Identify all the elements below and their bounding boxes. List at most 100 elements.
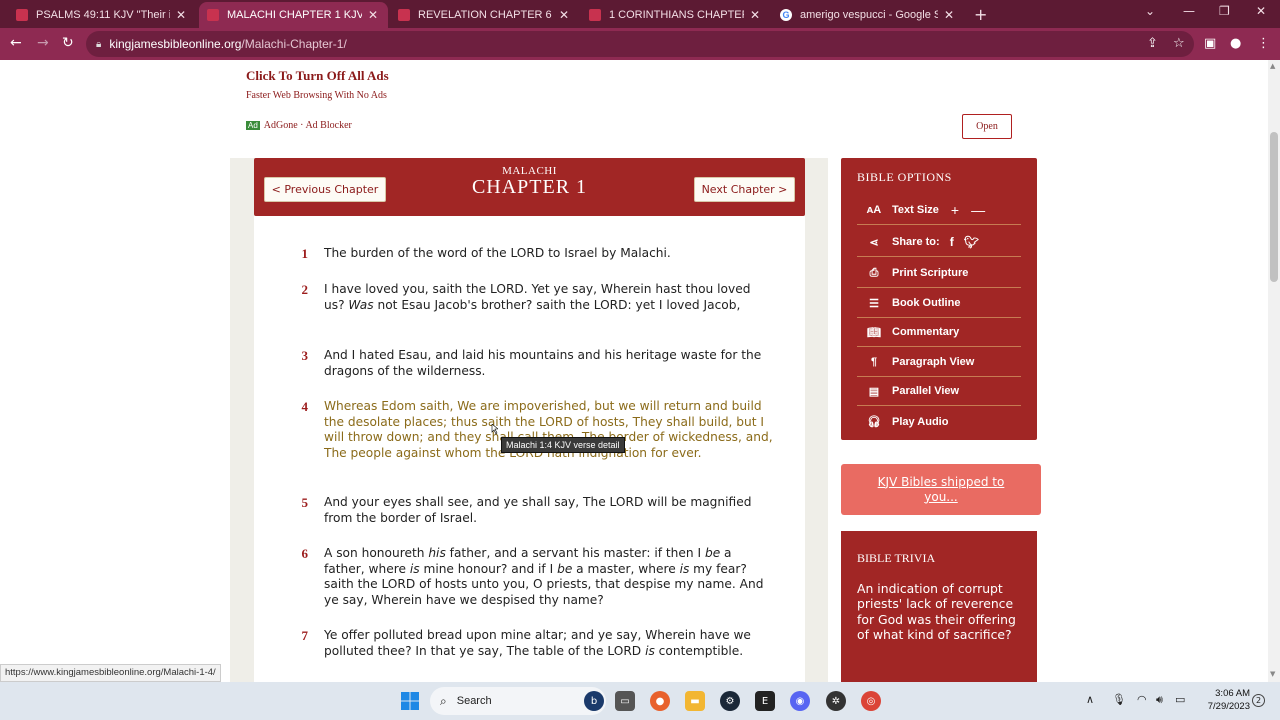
commentary-link[interactable]: 📖︎ Commentary bbox=[857, 318, 1021, 347]
bible-options-panel: BIBLE OPTIONS ᴀA Text Size + — ⋖ Share t… bbox=[841, 158, 1037, 440]
menu-dots-icon[interactable]: ⋮ bbox=[1257, 36, 1270, 51]
bible-favicon-icon bbox=[207, 9, 219, 21]
paragraph-icon: ¶ bbox=[870, 356, 878, 368]
ad-brand[interactable]: Ad AdGone · Ad Blocker bbox=[246, 120, 352, 131]
close-icon[interactable]: ✕ bbox=[557, 8, 571, 22]
address-bar[interactable]: 🔒︎ kingjamesbibleonline.org/Malachi-Chap… bbox=[86, 31, 1194, 57]
steam-icon[interactable]: ⚙︎ bbox=[720, 691, 740, 711]
bing-icon[interactable]: b bbox=[584, 691, 604, 711]
window-close-icon[interactable]: ✕ bbox=[1256, 4, 1266, 18]
lock-icon: 🔒︎ bbox=[96, 38, 102, 50]
share-icon: ⋖ bbox=[869, 236, 879, 249]
side-panel-icon[interactable]: ▣ bbox=[1204, 36, 1216, 51]
epic-games-icon[interactable]: E bbox=[755, 691, 775, 711]
battery-icon[interactable]: ▭ bbox=[1175, 693, 1185, 706]
ad-subtitle: Faster Web Browsing With No Ads bbox=[246, 90, 387, 101]
ad-title[interactable]: Click To Turn Off All Ads bbox=[246, 68, 389, 84]
google-favicon-icon: G bbox=[780, 9, 792, 21]
windows-start-icon[interactable] bbox=[400, 691, 420, 711]
text-size-icon: ᴀA bbox=[866, 204, 882, 216]
microphone-icon[interactable]: 🎙︎ bbox=[1112, 693, 1126, 706]
twitter-icon[interactable]: 🐦︎ bbox=[964, 235, 979, 249]
verse-number[interactable]: 6 bbox=[294, 546, 309, 562]
list-icon: ☰ bbox=[869, 297, 879, 310]
verse-text: A son honoureth his father, and a servan… bbox=[324, 546, 764, 607]
bible-favicon-icon bbox=[398, 9, 410, 21]
ad-badge: Ad bbox=[246, 121, 260, 130]
kjv-bibles-shipped-button[interactable]: KJV Bibles shipped to you... bbox=[841, 464, 1041, 515]
file-explorer-icon[interactable]: ▬ bbox=[685, 691, 705, 711]
new-tab-plus-icon[interactable]: + bbox=[974, 5, 987, 24]
close-icon[interactable]: ✕ bbox=[942, 8, 956, 22]
next-chapter-button[interactable]: Next Chapter > bbox=[694, 177, 795, 202]
bible-trivia-title: BIBLE TRIVIA bbox=[857, 551, 936, 565]
book-outline-link[interactable]: ☰ Book Outline bbox=[857, 289, 1021, 318]
back-arrow-icon[interactable]: ← bbox=[10, 35, 22, 51]
openai-icon[interactable]: ✲ bbox=[826, 691, 846, 711]
wifi-icon[interactable]: ◠ bbox=[1137, 693, 1147, 706]
tab-strip: PSALMS 49:11 KJV "Their inward ✕ MALACHI… bbox=[0, 0, 1280, 28]
reload-icon[interactable]: ↻ bbox=[62, 35, 74, 51]
close-icon[interactable]: ✕ bbox=[174, 8, 188, 22]
paragraph-view-link[interactable]: ¶ Paragraph View bbox=[857, 348, 1021, 377]
file-manager-icon[interactable]: ▭ bbox=[615, 691, 635, 711]
verse-number[interactable]: 3 bbox=[294, 348, 309, 364]
verse-text: And your eyes shall see, and ye shall sa… bbox=[324, 495, 752, 525]
parallel-view-link[interactable]: ▤ Parallel View bbox=[857, 377, 1021, 406]
headphones-icon: 🎧︎ bbox=[867, 416, 881, 428]
close-icon[interactable]: ✕ bbox=[366, 8, 380, 22]
mouse-pointer-icon bbox=[491, 424, 498, 435]
bible-options-title: BIBLE OPTIONS bbox=[857, 170, 952, 184]
web-page: Click To Turn Off All Ads Faster Web Bro… bbox=[0, 60, 1268, 682]
chrome-icon[interactable]: ◎ bbox=[861, 691, 881, 711]
verse-number[interactable]: 5 bbox=[294, 495, 309, 511]
verse-number[interactable]: 4 bbox=[294, 399, 309, 415]
firefox-icon[interactable]: ● bbox=[650, 691, 670, 711]
profile-icon[interactable]: ● bbox=[1230, 36, 1241, 51]
tab-corinthians[interactable]: 1 CORINTHIANS CHAPTER 15 KJV ✕ bbox=[581, 2, 770, 28]
print-scripture-link[interactable]: ⎙ Print Scripture bbox=[857, 259, 1021, 288]
discord-icon[interactable]: ◉ bbox=[790, 691, 810, 711]
verse-text: The burden of the word of the LORD to Is… bbox=[324, 246, 671, 260]
bookmark-star-icon[interactable]: ☆ bbox=[1173, 36, 1185, 51]
scroll-down-icon[interactable]: ▼ bbox=[1270, 670, 1275, 678]
play-audio-link[interactable]: 🎧︎ Play Audio bbox=[857, 407, 1021, 436]
tab-malachi[interactable]: MALACHI CHAPTER 1 KJV ✕ bbox=[199, 2, 388, 28]
volume-icon[interactable]: 🔊︎ bbox=[1156, 693, 1163, 707]
taskbar-search[interactable]: ⌕ Search bbox=[430, 687, 606, 715]
maximize-icon[interactable]: ❐ bbox=[1219, 4, 1230, 18]
tab-google-search[interactable]: G amerigo vespucci - Google Search ✕ bbox=[772, 2, 964, 28]
text-size-row: ᴀA Text Size + — bbox=[857, 196, 1021, 225]
parallel-columns-icon: ▤ bbox=[868, 385, 880, 398]
bible-favicon-icon bbox=[589, 9, 601, 21]
scroll-up-icon[interactable]: ▲ bbox=[1270, 62, 1275, 70]
page-scrollbar[interactable]: ▲ ▼ bbox=[1268, 60, 1280, 682]
tray-chevron-icon[interactable]: ∧ bbox=[1086, 693, 1094, 706]
printer-icon: ⎙ bbox=[869, 266, 879, 279]
notification-badge[interactable]: 2 bbox=[1252, 694, 1265, 707]
tab-search-chevron-icon[interactable]: ⌄ bbox=[1145, 4, 1155, 18]
book-open-icon: 📖︎ bbox=[867, 326, 881, 339]
share-page-icon[interactable]: ⇪ bbox=[1147, 36, 1158, 51]
previous-chapter-button[interactable]: < Previous Chapter bbox=[264, 177, 386, 202]
bible-trivia-panel: BIBLE TRIVIA An indication of corrupt pr… bbox=[841, 531, 1037, 682]
close-icon[interactable]: ✕ bbox=[748, 8, 762, 22]
tab-psalms[interactable]: PSALMS 49:11 KJV "Their inward ✕ bbox=[8, 2, 196, 28]
share-row: ⋖ Share to: f 🐦︎ bbox=[857, 228, 1021, 257]
taskbar-clock[interactable]: 3:06 AM 7/29/2023 bbox=[1196, 687, 1250, 713]
verse-text: Ye offer polluted bread upon mine altar;… bbox=[324, 628, 751, 658]
verse-tooltip: Malachi 1:4 KJV verse detail bbox=[501, 437, 625, 453]
verse-number[interactable]: 1 bbox=[294, 246, 309, 262]
verse-number[interactable]: 7 bbox=[294, 628, 309, 644]
facebook-icon[interactable]: f bbox=[950, 235, 954, 249]
verse-number[interactable]: 2 bbox=[294, 282, 309, 298]
ad-open-button[interactable]: Open bbox=[962, 114, 1012, 139]
windows-taskbar: ⌕ Search b ▭ ● ▬ ⚙︎ E ◉ ✲ ◎ ∧ 🎙︎ ◠ 🔊︎ ▭ … bbox=[0, 682, 1280, 720]
decrease-text-icon[interactable]: — bbox=[971, 202, 985, 218]
increase-text-icon[interactable]: + bbox=[951, 202, 959, 218]
minimize-icon[interactable]: — bbox=[1183, 4, 1195, 18]
bible-trivia-question[interactable]: An indication of corrupt priests' lack o… bbox=[857, 581, 1027, 642]
forward-arrow-icon[interactable]: → bbox=[37, 35, 49, 51]
scrollbar-thumb[interactable] bbox=[1270, 132, 1278, 282]
tab-revelation[interactable]: REVELATION CHAPTER 6 KJV ✕ bbox=[390, 2, 579, 28]
